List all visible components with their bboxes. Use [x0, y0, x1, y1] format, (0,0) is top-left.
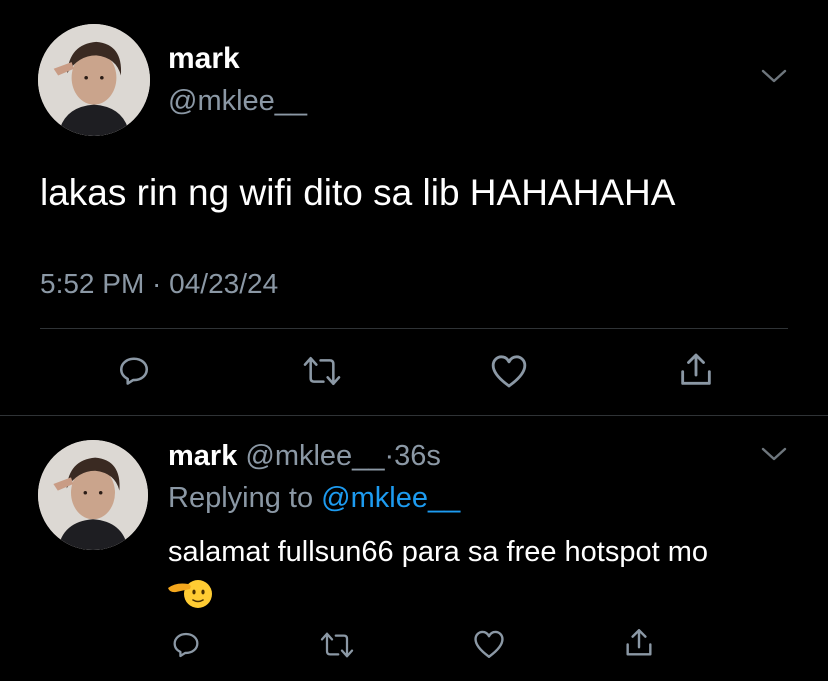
profile-photo	[38, 24, 150, 136]
user-handle[interactable]: @mklee__	[168, 85, 307, 118]
chevron-down-icon[interactable]	[760, 66, 788, 86]
replying-to: Replying to @mklee__	[168, 482, 460, 515]
replying-to-handle-link[interactable]: @mklee__	[321, 482, 460, 514]
display-name[interactable]: mark	[168, 42, 240, 76]
tweet-timestamp[interactable]: 5:52 PM · 04/23/24	[40, 268, 278, 300]
divider	[0, 415, 828, 416]
profile-photo	[38, 440, 148, 550]
share-icon[interactable]	[676, 350, 716, 390]
chevron-down-icon[interactable]	[760, 444, 788, 464]
tweet-text: lakas rin ng wifi dito sa lib HAHAHAHA	[40, 172, 676, 213]
avatar[interactable]	[38, 24, 150, 136]
reply-icon[interactable]	[116, 352, 152, 388]
saluting-face-emoji	[166, 576, 214, 610]
retweet-icon[interactable]	[318, 630, 356, 660]
divider	[40, 328, 788, 329]
separator-dot: ·	[384, 440, 395, 472]
retweet-icon[interactable]	[300, 354, 344, 388]
user-handle[interactable]: @mklee__	[245, 440, 384, 472]
display-name[interactable]: mark	[168, 440, 237, 472]
reply-header: mark @mklee__·36s	[168, 440, 441, 473]
share-icon[interactable]	[622, 626, 656, 660]
reply-icon[interactable]	[170, 628, 202, 660]
like-icon[interactable]	[472, 628, 506, 660]
relative-time[interactable]: 36s	[394, 440, 441, 472]
like-icon[interactable]	[489, 352, 529, 390]
avatar[interactable]	[38, 440, 148, 550]
tweet-text: salamat fullsun66 para sa free hotspot m…	[168, 536, 709, 568]
replying-to-label: Replying to	[168, 482, 314, 514]
